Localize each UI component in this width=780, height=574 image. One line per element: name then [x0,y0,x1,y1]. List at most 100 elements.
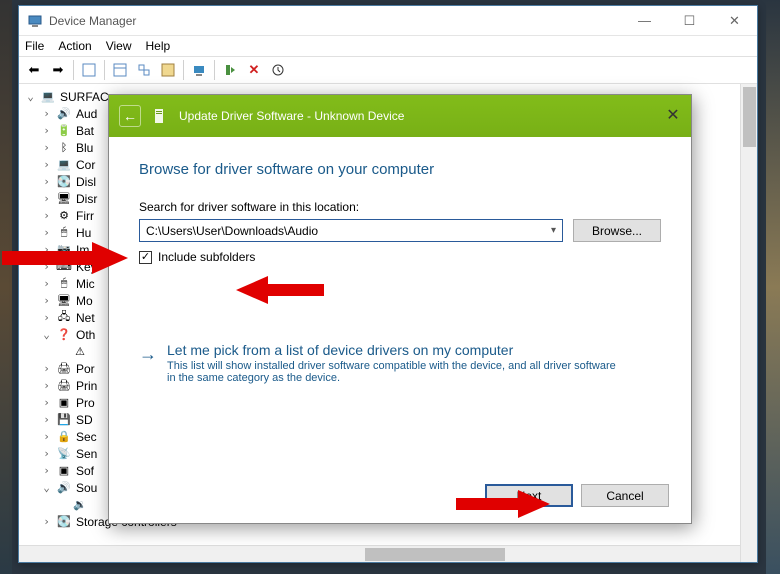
horizontal-scrollbar[interactable] [19,545,740,562]
expand-icon[interactable] [41,464,52,477]
device-icon: 🖨 [56,362,72,376]
tree-item-label: Aud [76,107,97,121]
expand-icon[interactable] [41,192,52,205]
toolbar: ⬅ ➡ ✕ [19,56,757,84]
tree-item-label: Hu [76,226,91,240]
device-icon: ⚠ [72,345,88,359]
toolbar-enable-button[interactable] [219,59,241,81]
chevron-down-icon: ▾ [551,225,556,236]
toolbar-update-button[interactable] [267,59,289,81]
menu-help[interactable]: Help [146,39,171,53]
dialog-title: Update Driver Software - Unknown Device [179,109,404,123]
menu-file[interactable]: File [25,39,44,53]
dialog-buttons: Next Cancel [485,484,669,507]
device-icon: 💻 [56,158,72,172]
search-location-label: Search for driver software in this locat… [139,200,661,214]
pick-from-list-link[interactable]: → Let me pick from a list of device driv… [139,342,661,384]
expand-icon[interactable] [41,311,52,324]
expand-icon[interactable] [41,107,52,120]
expand-icon[interactable] [41,141,52,154]
tree-item-label: Oth [76,328,95,342]
expand-icon[interactable] [41,328,52,341]
expand-icon[interactable] [41,413,52,426]
device-icon: 🖱 [56,277,72,291]
toolbar-forward-button[interactable]: ➡ [47,59,69,81]
tree-item-label: Pro [76,396,95,410]
dialog-header: ← Update Driver Software - Unknown Devic… [109,95,691,137]
device-icon: 💻 [40,90,56,104]
device-icon: 💾 [56,413,72,427]
toolbar-button[interactable] [133,59,155,81]
device-icon: 🔋 [56,124,72,138]
expand-icon[interactable] [41,226,52,239]
dialog-back-button[interactable]: ← [119,105,141,127]
include-subfolders-label: Include subfolders [158,250,255,264]
toolbar-button[interactable] [109,59,131,81]
path-combobox[interactable]: C:\Users\User\Downloads\Audio ▾ [139,219,563,242]
expand-icon[interactable] [41,430,52,443]
arrow-right-icon: → [139,344,157,384]
expand-icon[interactable] [41,396,52,409]
toolbar-button[interactable] [78,59,100,81]
device-icon: ⌨ [56,260,72,274]
tree-item-label: Sec [76,430,97,444]
cancel-button[interactable]: Cancel [581,484,669,507]
device-icon: 📡 [56,447,72,461]
tree-item-label: Prin [76,379,97,393]
toolbar-back-button[interactable]: ⬅ [23,59,45,81]
toolbar-scan-button[interactable] [188,59,210,81]
maximize-button[interactable]: ☐ [667,6,712,35]
expand-icon[interactable] [41,277,52,290]
next-button[interactable]: Next [485,484,573,507]
expand-icon[interactable] [41,124,52,137]
minimize-button[interactable]: — [622,6,667,35]
expand-icon[interactable] [41,260,52,273]
tree-item-label: Por [76,362,95,376]
menubar: File Action View Help [19,36,757,56]
toolbar-uninstall-button[interactable]: ✕ [243,59,265,81]
expand-icon[interactable] [41,481,52,494]
menu-view[interactable]: View [106,39,132,53]
expand-icon[interactable] [41,243,52,256]
browse-button[interactable]: Browse... [573,219,661,242]
tree-item-label: SD [76,413,93,427]
device-icon: 📷 [56,243,72,257]
include-subfolders-checkbox[interactable]: ✓ [139,251,152,264]
link-title: Let me pick from a list of device driver… [167,342,627,358]
device-icon: 🔊 [56,107,72,121]
dialog-close-button[interactable]: ✕ [663,105,683,125]
tree-item-label: Net [76,311,95,325]
tree-item-label: Im [76,243,89,257]
expand-icon[interactable] [41,294,52,307]
tree-item-label: Disr [76,192,97,206]
close-button[interactable]: ✕ [712,6,757,35]
toolbar-properties-button[interactable] [157,59,179,81]
tree-item-label: SURFAC [60,90,109,104]
expand-icon[interactable] [41,158,52,171]
window-buttons: — ☐ ✕ [622,6,757,35]
vertical-scrollbar[interactable] [740,84,757,562]
tree-item-label: Sou [76,481,97,495]
expand-icon[interactable] [41,209,52,222]
expand-icon[interactable] [25,90,36,103]
expand-icon[interactable] [41,379,52,392]
titlebar: Device Manager — ☐ ✕ [19,6,757,36]
device-icon: 🖥 [56,192,72,206]
expand-icon[interactable] [41,515,52,528]
tree-item-label: Firr [76,209,94,223]
expand-icon[interactable] [41,362,52,375]
tree-item-label: Sof [76,464,94,478]
link-description: This list will show installed driver sof… [167,360,627,384]
expand-icon[interactable] [41,175,52,188]
tree-item-label: Mic [76,277,95,291]
device-icon: ⚙ [56,209,72,223]
app-icon [27,13,43,29]
device-icon: ▣ [56,396,72,410]
device-icon: 🔉 [72,498,88,512]
device-icon: 🖱 [56,226,72,240]
device-icon: 💽 [56,515,72,529]
device-icon: 🔊 [56,481,72,495]
menu-action[interactable]: Action [58,39,91,53]
device-icon: 💽 [56,175,72,189]
expand-icon[interactable] [41,447,52,460]
